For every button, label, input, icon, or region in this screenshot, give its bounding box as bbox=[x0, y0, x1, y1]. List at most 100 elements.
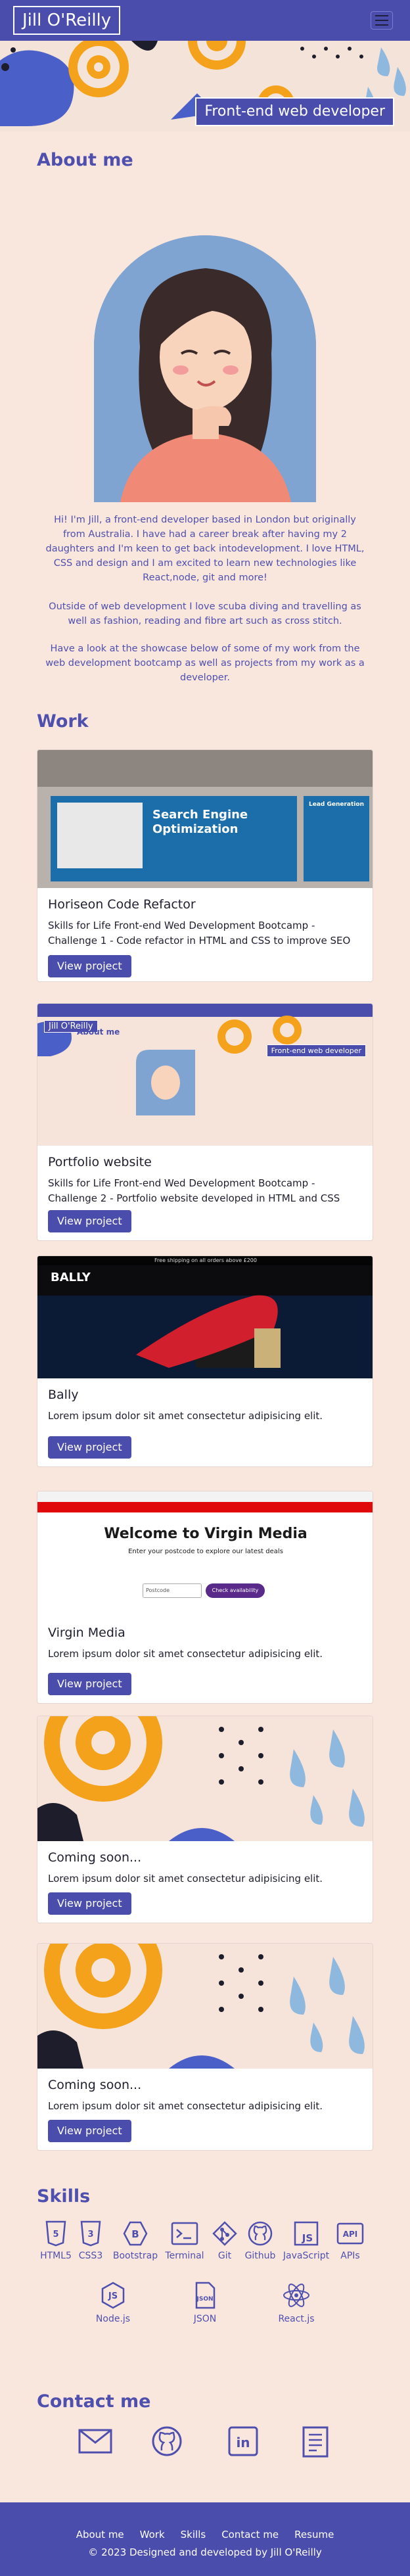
top-navbar: Jill O'Reilly bbox=[0, 0, 410, 41]
css3-icon: 3 bbox=[80, 2220, 101, 2247]
linkedin-icon[interactable]: in bbox=[227, 2425, 259, 2457]
svg-text:JS: JS bbox=[302, 2232, 313, 2244]
project-thumbnail[interactable]: Jill O'Reilly Front-end web developer Ab… bbox=[37, 1004, 373, 1146]
skill-label: Github bbox=[244, 2251, 276, 2261]
project-description: Lorem ipsum dolor sit amet consectetur a… bbox=[48, 2100, 323, 2112]
skill-git: Git bbox=[212, 2220, 238, 2261]
skill-nodejs: JS Node.js bbox=[92, 2281, 134, 2324]
react-icon bbox=[283, 2283, 309, 2307]
skill-label: APIs bbox=[340, 2251, 360, 2261]
skill-javascript: JS JavaScript bbox=[280, 2220, 332, 2261]
thumb-check-button: Check availability bbox=[206, 1583, 265, 1598]
svg-text:5: 5 bbox=[53, 2230, 58, 2239]
project-thumbnail[interactable]: Free shipping on all orders above £200 B… bbox=[37, 1256, 373, 1378]
thumb-hero: Front-end web developer bbox=[266, 1044, 366, 1057]
project-card: Search Engine Optimization Lead Generati… bbox=[37, 749, 373, 982]
resume-icon[interactable] bbox=[301, 2425, 330, 2458]
project-thumbnail[interactable] bbox=[37, 1716, 373, 1841]
project-description: Lorem ipsum dolor sit amet consectetur a… bbox=[48, 1873, 323, 1885]
project-title: Coming soon... bbox=[48, 1850, 142, 1865]
project-description: Skills for Life Front-end Wed Developmen… bbox=[48, 920, 351, 947]
work-heading: Work bbox=[37, 711, 89, 732]
view-project-button[interactable]: View project bbox=[48, 1673, 131, 1695]
skill-label: React.js bbox=[278, 2314, 315, 2324]
skill-label: Node.js bbox=[95, 2314, 131, 2324]
contact-heading: Contact me bbox=[37, 2391, 151, 2412]
view-project-button[interactable]: View project bbox=[48, 1892, 131, 1915]
project-description: Skills for Life Front-end Wed Developmen… bbox=[48, 1177, 340, 1204]
thumb-postcode-field: Postcode bbox=[143, 1583, 202, 1598]
footer-link-resume[interactable]: Resume bbox=[294, 2529, 334, 2541]
footer-link-contact[interactable]: Contact me bbox=[221, 2529, 279, 2541]
skill-label: JavaScript bbox=[283, 2251, 330, 2261]
terminal-icon bbox=[171, 2222, 198, 2245]
skill-github: Github bbox=[242, 2220, 279, 2261]
skill-apis: API APIs bbox=[335, 2220, 365, 2261]
thumb-about: About me bbox=[77, 1027, 120, 1037]
about-paragraph-2: Outside of web development I love scuba … bbox=[49, 601, 361, 626]
api-icon: API bbox=[336, 2222, 364, 2245]
project-description: Lorem ipsum dolor sit amet consectetur a… bbox=[48, 1410, 323, 1422]
hero-banner: Front-end web developer bbox=[0, 41, 410, 131]
thumb-subheading: Enter your postcode to explore our lates… bbox=[128, 1548, 283, 1555]
javascript-icon: JS bbox=[294, 2221, 319, 2246]
project-card: Jill O'Reilly Front-end web developer Ab… bbox=[37, 1003, 373, 1241]
svg-text:3: 3 bbox=[87, 2230, 93, 2239]
project-title: Portfolio website bbox=[48, 1155, 152, 1169]
project-card: Welcome to Virgin Media Enter your postc… bbox=[37, 1491, 373, 1704]
project-thumbnail[interactable]: Welcome to Virgin Media Enter your postc… bbox=[37, 1491, 373, 1616]
brand-logo[interactable]: Jill O'Reilly bbox=[13, 6, 121, 35]
svg-text:B: B bbox=[131, 2228, 139, 2240]
svg-text:JSON: JSON bbox=[196, 2296, 213, 2303]
thumb-heading: Search Engine Optimization bbox=[152, 808, 248, 836]
project-thumbnail[interactable] bbox=[37, 1944, 373, 2069]
view-project-button[interactable]: View project bbox=[48, 2120, 131, 2142]
nodejs-icon: JS bbox=[101, 2282, 125, 2309]
footer-link-skills[interactable]: Skills bbox=[181, 2529, 206, 2541]
project-title: Coming soon... bbox=[48, 2078, 142, 2092]
skill-label: HTML5 bbox=[40, 2251, 72, 2261]
footer: About me Work Skills Contact me Resume ©… bbox=[0, 2502, 410, 2576]
hamburger-icon[interactable] bbox=[371, 11, 393, 30]
bootstrap-icon: B bbox=[123, 2221, 148, 2246]
skill-label: CSS3 bbox=[78, 2251, 103, 2261]
skills-heading: Skills bbox=[37, 2186, 91, 2207]
view-project-button[interactable]: View project bbox=[48, 1210, 131, 1232]
footer-copyright: © 2023 Designed and developed by Jill O'… bbox=[88, 2546, 322, 2558]
profile-portrait bbox=[94, 235, 316, 502]
skill-html5: 5 HTML5 bbox=[39, 2220, 72, 2261]
project-description: Lorem ipsum dolor sit amet consectetur a… bbox=[48, 1648, 323, 1660]
footer-link-work[interactable]: Work bbox=[140, 2529, 165, 2541]
email-icon[interactable] bbox=[78, 2427, 113, 2456]
svg-text:API: API bbox=[343, 2230, 358, 2239]
thumb-side-label: Lead Generation bbox=[309, 801, 364, 808]
project-card: Free shipping on all orders above £200 B… bbox=[37, 1255, 373, 1467]
skill-css3: 3 CSS3 bbox=[76, 2220, 106, 2261]
skill-label: Bootstrap bbox=[112, 2251, 158, 2261]
thumb-heading: Welcome to Virgin Media bbox=[104, 1526, 308, 1542]
git-icon bbox=[212, 2221, 237, 2246]
project-card: Coming soon... Lorem ipsum dolor sit ame… bbox=[37, 1716, 373, 1923]
project-thumbnail[interactable]: Search Engine Optimization Lead Generati… bbox=[37, 750, 373, 888]
view-project-button[interactable]: View project bbox=[48, 955, 131, 977]
github-icon bbox=[248, 2221, 273, 2246]
skill-bootstrap: B Bootstrap bbox=[110, 2220, 160, 2261]
skill-label: JSON bbox=[193, 2314, 217, 2324]
svg-text:JS: JS bbox=[108, 2291, 118, 2301]
project-card: Coming soon... Lorem ipsum dolor sit ame… bbox=[37, 1943, 373, 2151]
project-title: Virgin Media bbox=[48, 1626, 125, 1640]
github-icon[interactable] bbox=[151, 2425, 183, 2457]
about-paragraph-1: Hi! I'm Jill, a front-end developer base… bbox=[45, 515, 365, 583]
project-title: Horiseon Code Refactor bbox=[48, 897, 196, 912]
about-paragraph-3: Have a look at the showcase below of som… bbox=[45, 644, 365, 683]
skill-terminal: Terminal bbox=[162, 2220, 208, 2261]
json-icon: JSON bbox=[195, 2282, 216, 2309]
view-project-button[interactable]: View project bbox=[48, 1436, 131, 1459]
skill-label: Git bbox=[217, 2251, 232, 2261]
project-title: Bally bbox=[48, 1388, 79, 1402]
hero-title: Front-end web developer bbox=[195, 97, 394, 126]
skill-label: Terminal bbox=[165, 2251, 204, 2261]
skill-json: JSON JSON bbox=[187, 2281, 223, 2324]
footer-nav: About me Work Skills Contact me Resume bbox=[0, 2529, 410, 2541]
footer-link-about[interactable]: About me bbox=[76, 2529, 124, 2541]
